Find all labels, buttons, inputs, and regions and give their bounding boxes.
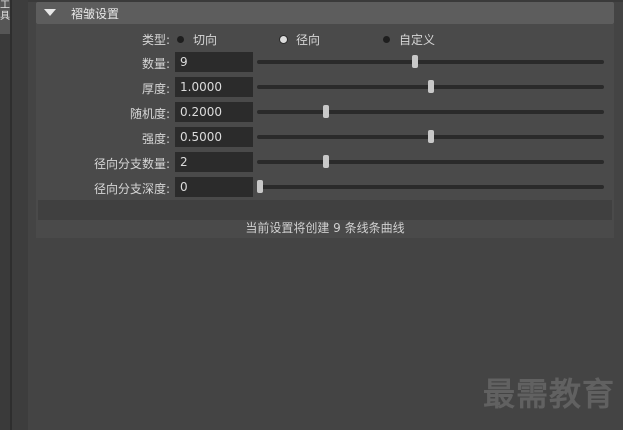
randomness-slider[interactable] — [257, 105, 604, 118]
count-label: 数量: — [141, 57, 170, 71]
watermark-logo: 最需教育 — [482, 375, 615, 413]
strength-label: 强度: — [141, 132, 170, 146]
radial-branch-depth-field[interactable] — [175, 177, 253, 197]
radial-branch-depth-label: 径向分支深度: — [93, 182, 170, 196]
radio-dot-selected-icon — [280, 36, 287, 43]
thickness-field[interactable] — [175, 77, 253, 97]
thickness-slider[interactable] — [257, 80, 604, 93]
thickness-slider-handle[interactable] — [427, 80, 434, 93]
side-tab-tools[interactable]: 工具 — [0, 0, 10, 34]
radio-label-radial: 径向 — [296, 33, 321, 47]
type-label: 类型: — [141, 33, 170, 47]
radial-branch-count-field[interactable] — [175, 152, 253, 172]
radio-label-tangent: 切向 — [193, 33, 218, 47]
radio-custom[interactable]: 自定义 — [383, 31, 435, 48]
radio-dot-icon — [383, 36, 390, 43]
radio-tangent[interactable]: 切向 — [177, 31, 217, 48]
randomness-slider-handle[interactable] — [323, 105, 330, 118]
left-gutter — [12, 0, 28, 430]
radial-branch-depth-slider[interactable] — [257, 180, 604, 193]
status-bar — [38, 200, 612, 220]
strength-field[interactable] — [175, 127, 253, 147]
radial-branch-depth-slider-handle[interactable] — [257, 180, 263, 193]
app-window: 工具 褶皱设置 类型: 切向 径向 自定义 数量: 厚度: 随机度: 强度: — [0, 0, 623, 430]
radio-label-custom: 自定义 — [399, 33, 436, 47]
section-title: 褶皱设置 — [71, 7, 120, 21]
strength-slider[interactable] — [257, 130, 604, 143]
count-slider-handle[interactable] — [411, 55, 418, 68]
section-header-wrinkle-settings[interactable]: 褶皱设置 — [36, 2, 614, 24]
radio-dot-icon — [177, 36, 184, 43]
radial-branch-count-slider[interactable] — [257, 155, 604, 168]
count-field[interactable] — [175, 52, 253, 72]
count-slider[interactable] — [257, 55, 604, 68]
randomness-label: 随机度: — [129, 107, 170, 121]
radio-radial[interactable]: 径向 — [280, 31, 320, 48]
randomness-field[interactable] — [175, 102, 253, 122]
thickness-label: 厚度: — [141, 82, 170, 96]
radial-branch-count-label: 径向分支数量: — [93, 157, 170, 171]
side-toolbar: 工具 — [0, 0, 10, 430]
status-message: 当前设置将创建 9 条线条曲线 — [245, 221, 405, 235]
caret-down-icon[interactable] — [44, 9, 56, 16]
strength-slider-handle[interactable] — [427, 130, 434, 143]
radial-branch-count-slider-handle[interactable] — [323, 155, 330, 168]
